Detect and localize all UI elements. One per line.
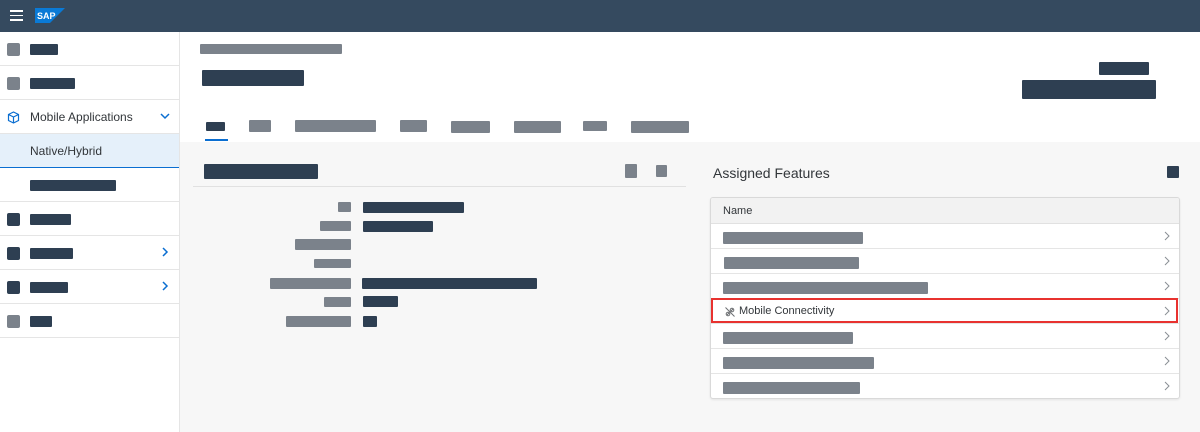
sidebar-item-native-hybrid[interactable]: Native/Hybrid bbox=[0, 134, 179, 168]
header-attribute-value bbox=[1022, 80, 1156, 99]
table-row[interactable] bbox=[711, 349, 1179, 374]
section-title bbox=[204, 164, 318, 179]
redacted-label bbox=[30, 180, 116, 191]
column-header-name: Name bbox=[723, 205, 753, 217]
section-action-button[interactable] bbox=[625, 164, 637, 178]
redacted-feature-name bbox=[723, 282, 928, 294]
redacted-feature-name bbox=[724, 257, 859, 269]
sidebar-item-label: Mobile Applications bbox=[30, 110, 133, 124]
form-label bbox=[286, 316, 351, 327]
feature-name: Mobile Connectivity bbox=[739, 305, 835, 317]
assigned-features-title: Assigned Features bbox=[713, 165, 830, 181]
form-value bbox=[363, 296, 398, 307]
breadcrumb[interactable] bbox=[200, 44, 342, 54]
nav-item-icon bbox=[7, 213, 20, 226]
redacted-label bbox=[30, 44, 58, 55]
table-row-mobile-connectivity[interactable]: Mobile Connectivity bbox=[711, 299, 1179, 324]
header-attribute-label bbox=[1099, 62, 1149, 75]
sidebar-item-mobile-applications[interactable]: Mobile Applications bbox=[0, 100, 179, 134]
tab-5[interactable] bbox=[451, 121, 490, 133]
side-navigation: Mobile Applications Native/Hybrid bbox=[0, 32, 180, 432]
redacted-label bbox=[30, 248, 73, 259]
table-row[interactable] bbox=[711, 274, 1179, 299]
nav-item-icon bbox=[7, 281, 20, 294]
chevron-right-icon bbox=[1164, 381, 1170, 391]
nav-item-icon bbox=[7, 247, 20, 260]
sap-logo[interactable]: SAP bbox=[35, 8, 65, 23]
redacted-feature-name bbox=[723, 232, 863, 244]
sidebar-item-2[interactable] bbox=[0, 66, 179, 100]
tab-4[interactable] bbox=[400, 120, 427, 132]
redacted-label bbox=[30, 78, 75, 89]
sidebar-item-5[interactable] bbox=[0, 270, 179, 304]
chevron-right-icon bbox=[1164, 331, 1170, 341]
section-action-button[interactable] bbox=[1167, 166, 1179, 178]
nav-item-icon bbox=[7, 315, 20, 328]
table-header: Name bbox=[711, 198, 1179, 224]
section-divider bbox=[193, 186, 686, 187]
table-row[interactable] bbox=[711, 249, 1179, 274]
tab-1[interactable] bbox=[206, 122, 225, 131]
redacted-feature-name bbox=[723, 332, 853, 344]
form-label bbox=[324, 297, 351, 307]
tab-8[interactable] bbox=[631, 121, 689, 133]
sidebar-item-3[interactable] bbox=[0, 202, 179, 236]
chevron-right-icon bbox=[1164, 231, 1170, 241]
tab-selected-indicator bbox=[205, 139, 228, 141]
redacted-label bbox=[30, 282, 68, 293]
redacted-label bbox=[30, 214, 71, 225]
assigned-features-table: Name Mobile Connectivity bbox=[710, 197, 1180, 399]
chevron-right-icon bbox=[1164, 256, 1170, 266]
form-label bbox=[295, 239, 351, 250]
shell-bar: SAP bbox=[0, 0, 1200, 32]
form-label bbox=[314, 259, 351, 268]
redacted-feature-name bbox=[723, 382, 860, 394]
redacted-label bbox=[30, 316, 52, 327]
sidebar-item-1[interactable] bbox=[0, 32, 179, 66]
tab-2[interactable] bbox=[249, 120, 271, 132]
section-action-button[interactable] bbox=[656, 165, 667, 177]
redacted-feature-name bbox=[723, 357, 874, 369]
chevron-right-icon bbox=[1164, 306, 1170, 316]
sidebar-item-6[interactable] bbox=[0, 304, 179, 338]
form-label bbox=[338, 202, 351, 212]
connectivity-icon bbox=[725, 307, 735, 317]
form-label bbox=[320, 221, 351, 231]
chevron-down-icon[interactable] bbox=[159, 110, 171, 122]
form-value bbox=[362, 278, 537, 289]
mobile-app-icon bbox=[7, 111, 20, 124]
form-label bbox=[270, 278, 351, 289]
hamburger-menu-icon[interactable] bbox=[10, 10, 23, 21]
tab-7[interactable] bbox=[583, 121, 607, 131]
sidebar-item-label: Native/Hybrid bbox=[30, 144, 103, 158]
chevron-right-icon bbox=[1164, 356, 1170, 366]
tab-6[interactable] bbox=[514, 121, 561, 133]
chevron-right-icon[interactable] bbox=[159, 280, 171, 292]
sidebar-item-4[interactable] bbox=[0, 236, 179, 270]
table-row[interactable] bbox=[711, 324, 1179, 349]
nav-item-icon bbox=[7, 43, 20, 56]
page-title bbox=[202, 70, 304, 86]
tab-3[interactable] bbox=[295, 120, 376, 132]
sidebar-subitem-2[interactable] bbox=[0, 168, 179, 202]
form-value bbox=[363, 221, 433, 232]
form-value bbox=[363, 202, 464, 213]
table-row[interactable] bbox=[711, 374, 1179, 398]
table-row[interactable] bbox=[711, 224, 1179, 249]
nav-item-icon bbox=[7, 77, 20, 90]
chevron-right-icon[interactable] bbox=[159, 246, 171, 258]
form-value bbox=[363, 316, 377, 327]
chevron-right-icon bbox=[1164, 281, 1170, 291]
svg-text:SAP: SAP bbox=[37, 11, 56, 21]
